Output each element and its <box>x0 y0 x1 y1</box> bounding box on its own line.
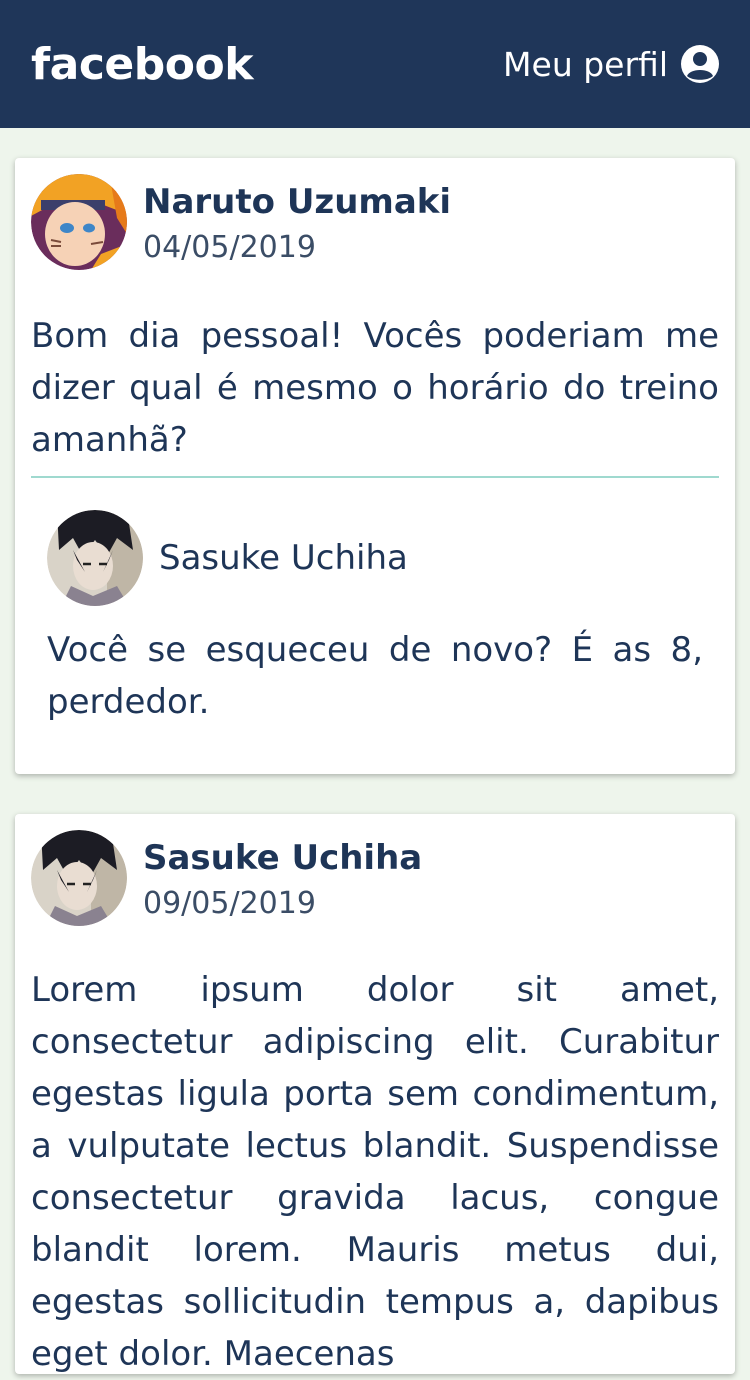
post-text: Lorem ipsum dolor sit amet, consectetur … <box>31 970 719 1374</box>
comment-text: Você se esqueceu de novo? É as 8, perded… <box>47 630 703 722</box>
author-block: Naruto Uzumaki 04/05/2019 <box>143 174 451 272</box>
facebook-logo[interactable]: facebook <box>31 39 253 90</box>
post-text: Bom dia pessoal! Vocês poderiam me dizer… <box>31 316 719 460</box>
sasuke-avatar[interactable] <box>47 510 143 606</box>
post-card: Naruto Uzumaki 04/05/2019 Bom dia pessoa… <box>15 158 735 774</box>
my-profile-label: Meu perfil <box>503 44 668 84</box>
comment-author[interactable]: Sasuke Uchiha <box>159 538 408 578</box>
post-header: Naruto Uzumaki 04/05/2019 <box>31 174 451 272</box>
comment-header: Sasuke Uchiha <box>47 510 408 606</box>
user-circle-icon <box>680 44 720 84</box>
top-bar: facebook Meu perfil <box>0 0 750 128</box>
post-header: Sasuke Uchiha 09/05/2019 <box>31 830 422 928</box>
author-block: Sasuke Uchiha 09/05/2019 <box>143 830 422 928</box>
post-card: Sasuke Uchiha 09/05/2019 Lorem ipsum dol… <box>15 814 735 1374</box>
post-author[interactable]: Naruto Uzumaki <box>143 180 451 224</box>
my-profile-link[interactable]: Meu perfil <box>503 44 720 84</box>
divider <box>31 476 719 478</box>
naruto-avatar[interactable] <box>31 174 127 270</box>
post-date: 09/05/2019 <box>143 886 316 921</box>
post-author[interactable]: Sasuke Uchiha <box>143 836 422 880</box>
sasuke-avatar[interactable] <box>31 830 127 926</box>
post-date: 04/05/2019 <box>143 230 316 265</box>
